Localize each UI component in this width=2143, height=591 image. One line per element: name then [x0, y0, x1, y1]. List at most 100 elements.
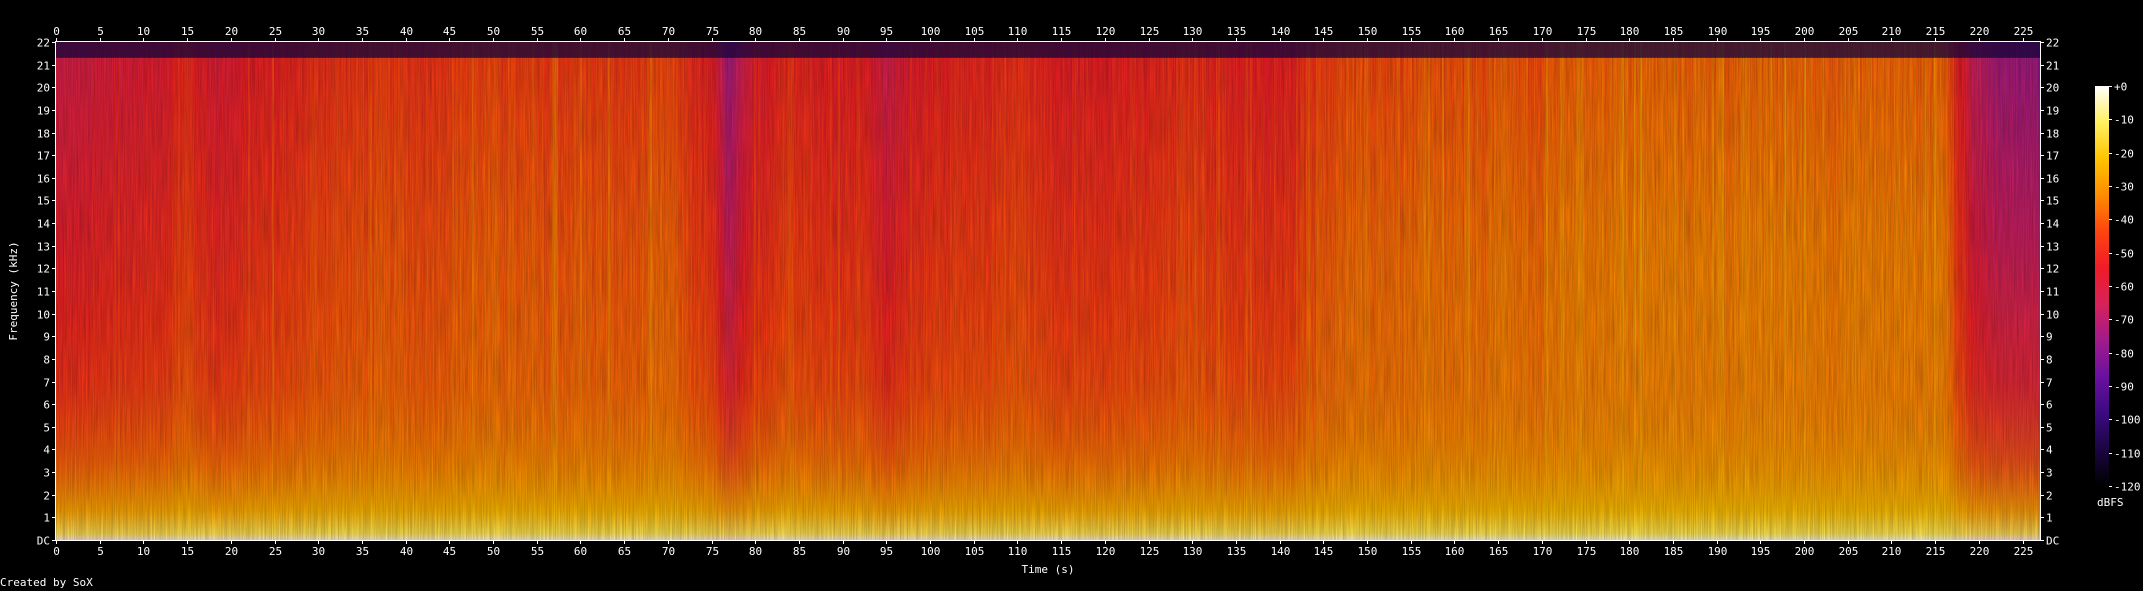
colorbar-tick-label: +0	[2114, 81, 2127, 94]
x-tick-label: 15	[181, 545, 194, 558]
x-tick-label: 135	[1227, 545, 1247, 558]
colorbar-tick-label: -40	[2114, 214, 2134, 227]
y-tick-label-right: 6	[2046, 399, 2053, 412]
y-tick-label: DC	[37, 535, 50, 548]
x-tick-label: 45	[443, 545, 456, 558]
x-tick-label: 205	[1839, 545, 1859, 558]
x-tick-label: 30	[312, 545, 325, 558]
colorbar-tick-label: -50	[2114, 248, 2134, 261]
plot-area	[56, 42, 2041, 540]
x-tick-label-top: 135	[1227, 25, 1247, 38]
x-tick-label: 165	[1489, 545, 1509, 558]
x-tick-label: 40	[400, 545, 413, 558]
x-tick-label: 115	[1052, 545, 1072, 558]
spectrogram-texture	[56, 42, 2040, 540]
x-tick-label-top: 155	[1402, 25, 1422, 38]
y-tick-label: 5	[43, 422, 50, 435]
y-tick-label: 21	[37, 60, 50, 73]
y-tick-label-right: 21	[2046, 60, 2059, 73]
y-tick-label-right: 4	[2046, 444, 2053, 457]
colorbar-tick-label: -30	[2114, 181, 2134, 194]
x-tick-label-top: 50	[487, 25, 500, 38]
y-tick-label: 18	[37, 128, 50, 141]
colorbar-tick-label: -110	[2114, 448, 2141, 461]
y-tick-label: 10	[37, 309, 50, 322]
x-tick-label-top: 95	[880, 25, 893, 38]
y-tick-label: 9	[43, 331, 50, 344]
x-tick-label-top: 15	[181, 25, 194, 38]
x-tick-label-top: 220	[1970, 25, 1990, 38]
x-tick-label-top: 170	[1533, 25, 1553, 38]
x-tick-label: 90	[837, 545, 850, 558]
x-tick-label-top: 125	[1140, 25, 1160, 38]
spectrogram-chart: 0055101015152020252530303535404045455050…	[7, 25, 2141, 576]
y-tick-label: 14	[37, 218, 51, 231]
x-tick-label: 80	[749, 545, 762, 558]
y-tick-label-right: 19	[2046, 105, 2059, 118]
x-tick-label-top: 180	[1620, 25, 1640, 38]
x-tick-label: 25	[269, 545, 282, 558]
y-tick-label: 13	[37, 241, 50, 254]
x-tick-label: 20	[225, 545, 238, 558]
colorbar-tick-label: -10	[2114, 114, 2134, 127]
x-tick-label-top: 145	[1314, 25, 1334, 38]
x-tick-label: 85	[793, 545, 806, 558]
x-tick-label: 175	[1577, 545, 1597, 558]
x-tick-label-top: 200	[1795, 25, 1815, 38]
x-tick-label: 65	[618, 545, 631, 558]
x-tick-label-top: 70	[662, 25, 675, 38]
credit-text: Created by SoX	[0, 576, 93, 589]
x-tick-label: 160	[1445, 545, 1465, 558]
y-tick-label-right: 12	[2046, 263, 2059, 276]
x-tick-label-top: 80	[749, 25, 762, 38]
x-tick-label: 190	[1708, 545, 1728, 558]
x-tick-label: 35	[356, 545, 369, 558]
x-tick-label-top: 215	[1926, 25, 1946, 38]
colorbar-unit-label: dBFS	[2097, 496, 2124, 509]
y-tick-label: 4	[43, 444, 50, 457]
x-tick-label-top: 190	[1708, 25, 1728, 38]
x-tick-label: 10	[137, 545, 150, 558]
x-tick-label-top: 5	[97, 25, 104, 38]
x-tick-label: 145	[1314, 545, 1334, 558]
y-tick-label-right: 10	[2046, 309, 2059, 322]
x-tick-label-top: 90	[837, 25, 850, 38]
x-tick-label: 220	[1970, 545, 1990, 558]
x-tick-label-top: 175	[1577, 25, 1597, 38]
y-tick-label: 12	[37, 263, 50, 276]
x-tick-label: 130	[1183, 545, 1203, 558]
x-tick-label-top: 210	[1882, 25, 1902, 38]
x-tick-label: 70	[662, 545, 675, 558]
x-tick-label: 125	[1140, 545, 1160, 558]
x-tick-label-top: 130	[1183, 25, 1203, 38]
x-tick-label-top: 45	[443, 25, 456, 38]
x-tick-label-top: 30	[312, 25, 325, 38]
x-tick-label: 100	[921, 545, 941, 558]
x-tick-label-top: 75	[706, 25, 719, 38]
x-tick-label-top: 65	[618, 25, 631, 38]
x-tick-label-top: 35	[356, 25, 369, 38]
x-tick-label: 120	[1096, 545, 1116, 558]
y-tick-label: 15	[37, 195, 50, 208]
x-tick-label: 55	[531, 545, 544, 558]
x-tick-label-top: 150	[1358, 25, 1378, 38]
y-tick-label: 22	[37, 37, 50, 50]
y-tick-label-right: 9	[2046, 331, 2053, 344]
x-tick-label: 60	[574, 545, 587, 558]
colorbar-tick-label: -60	[2114, 281, 2134, 294]
x-tick-label: 210	[1882, 545, 1902, 558]
x-tick-label: 185	[1664, 545, 1684, 558]
x-tick-label-top: 195	[1751, 25, 1771, 38]
high-frequency-cutoff-band	[56, 42, 2040, 58]
y-tick-label-right: 14	[2046, 218, 2060, 231]
colorbar-tick-label: -90	[2114, 381, 2134, 394]
x-tick-label: 180	[1620, 545, 1640, 558]
x-tick-label-top: 60	[574, 25, 587, 38]
x-tick-label-top: 10	[137, 25, 150, 38]
y-tick-label-right: 7	[2046, 377, 2053, 390]
y-tick-label: 20	[37, 82, 50, 95]
x-tick-label: 225	[2014, 545, 2034, 558]
y-tick-label: 11	[37, 286, 50, 299]
colorbar-tick-label: -20	[2114, 148, 2134, 161]
colorbar-gradient	[2095, 86, 2109, 486]
